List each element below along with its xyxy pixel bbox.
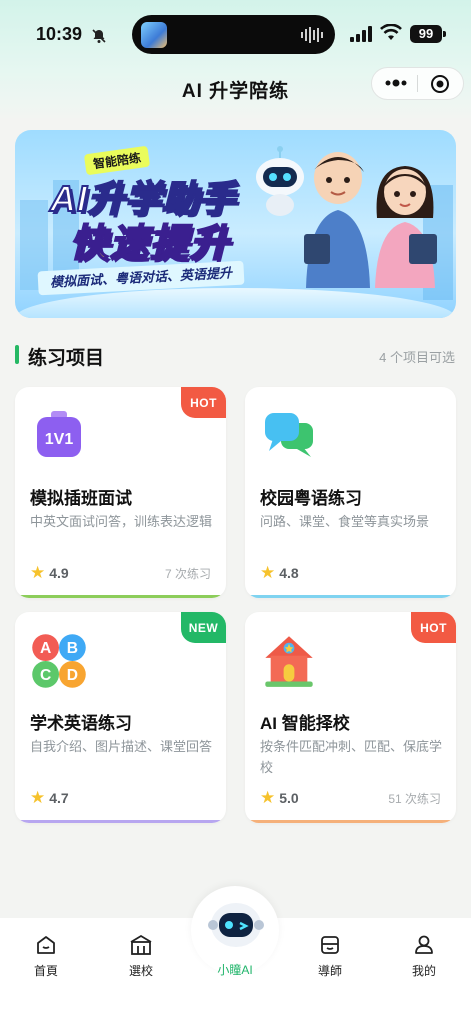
media-thumbnail <box>141 22 167 48</box>
tab-ai-label[interactable]: 小瞳AI <box>205 961 265 978</box>
more-icon[interactable] <box>385 78 407 88</box>
svg-text:B: B <box>67 640 78 657</box>
signal-icon <box>350 26 372 42</box>
practice-count: 7 次练习 <box>164 567 211 581</box>
home-icon <box>37 936 55 954</box>
card-bottom-stripe <box>245 820 456 823</box>
card-title: 校园粤语练习 <box>260 489 362 508</box>
new-badge: NEW <box>181 612 226 643</box>
card-bottom-stripe <box>15 820 226 823</box>
svg-text:A: A <box>40 640 51 657</box>
rating-value: 5.0 <box>279 790 299 806</box>
battery-tip <box>443 31 446 37</box>
wifi-icon <box>380 24 402 40</box>
practice-count: 51 次练习 <box>388 792 441 806</box>
capsule-divider <box>417 75 418 92</box>
tab-mine[interactable]: 我的 <box>394 934 454 979</box>
star-icon: ★ <box>30 788 46 807</box>
card-description: 按条件匹配冲刺、匹配、保底学校 <box>260 739 443 775</box>
tab-label: 我的 <box>411 964 436 978</box>
card-bottom-stripe <box>245 595 456 598</box>
rating-value: 4.9 <box>49 565 69 581</box>
hot-badge: HOT <box>411 612 456 643</box>
ai-robot-icon[interactable] <box>208 897 264 953</box>
section-title: 练习项目 <box>28 348 105 369</box>
card-description: 自我介绍、图片描述、课堂回答 <box>30 739 213 754</box>
card-description: 问路、课堂、食堂等真实场景 <box>260 514 430 529</box>
section-accent-bar <box>15 345 19 364</box>
card-mock-interview[interactable]: HOT 1V1 模拟插班面试 中英文面试问答，训练表达逻辑 ★ 4.9 7 次练… <box>15 387 226 598</box>
user-icon <box>415 935 433 954</box>
girl-student-illustration <box>375 166 437 288</box>
card-school-selection[interactable]: HOT AI 智能择校 按条件匹配冲刺、匹配、保底学校 ★ 5.0 51 次练习 <box>245 612 456 823</box>
card-title: 模拟插班面试 <box>30 489 132 508</box>
star-icon: ★ <box>30 563 46 582</box>
school-icon <box>130 934 152 955</box>
school-house-icon <box>265 636 313 687</box>
svg-text:1V1: 1V1 <box>45 431 74 448</box>
tab-label: 導師 <box>317 964 342 978</box>
audio-wave-icon <box>301 27 323 43</box>
rating-value: 4.7 <box>49 790 69 806</box>
bell-muted-icon <box>92 29 106 43</box>
tab-label: 首頁 <box>33 964 58 978</box>
svg-text:C: C <box>40 667 51 684</box>
card-rating: ★ 4.8 <box>260 563 299 583</box>
one-on-one-icon: 1V1 <box>37 411 81 457</box>
card-description: 中英文面试问答，训练表达逻辑 <box>30 514 213 529</box>
card-title: 学术英语练习 <box>30 714 132 733</box>
card-rating: ★ 4.7 <box>30 788 69 808</box>
star-icon: ★ <box>260 788 276 807</box>
hot-badge: HOT <box>181 387 226 418</box>
tab-tutor[interactable]: 導師 <box>300 934 360 979</box>
section-count: 4 个项目可选 <box>379 350 455 365</box>
card-bottom-stripe <box>15 595 226 598</box>
tutor-icon <box>321 936 339 954</box>
card-rating: ★ 5.0 <box>260 788 299 808</box>
card-rating: ★ 4.9 <box>30 563 69 583</box>
abcd-blocks-icon: A B C D <box>32 634 86 688</box>
star-icon: ★ <box>260 563 276 582</box>
tab-home[interactable]: 首頁 <box>16 934 76 979</box>
banner-subheadline: 快速提升 <box>69 222 231 266</box>
tab-school[interactable]: 選校 <box>111 934 171 979</box>
close-target-icon[interactable] <box>430 74 450 94</box>
card-academic-english[interactable]: NEW A B C D 学术英语练习 自我介绍、图片描述、课堂回答 ★ 4.7 <box>15 612 226 823</box>
battery-level: 99 <box>410 25 442 43</box>
svg-text:D: D <box>67 667 78 684</box>
card-title: AI 智能择校 <box>260 714 350 733</box>
tab-label: 選校 <box>128 964 153 978</box>
status-time: 10:39 <box>36 24 83 44</box>
chat-bubbles-icon <box>265 413 313 457</box>
card-cantonese-practice[interactable]: 校园粤语练习 问路、课堂、食堂等真实场景 ★ 4.8 <box>245 387 456 598</box>
rating-value: 4.8 <box>279 565 299 581</box>
